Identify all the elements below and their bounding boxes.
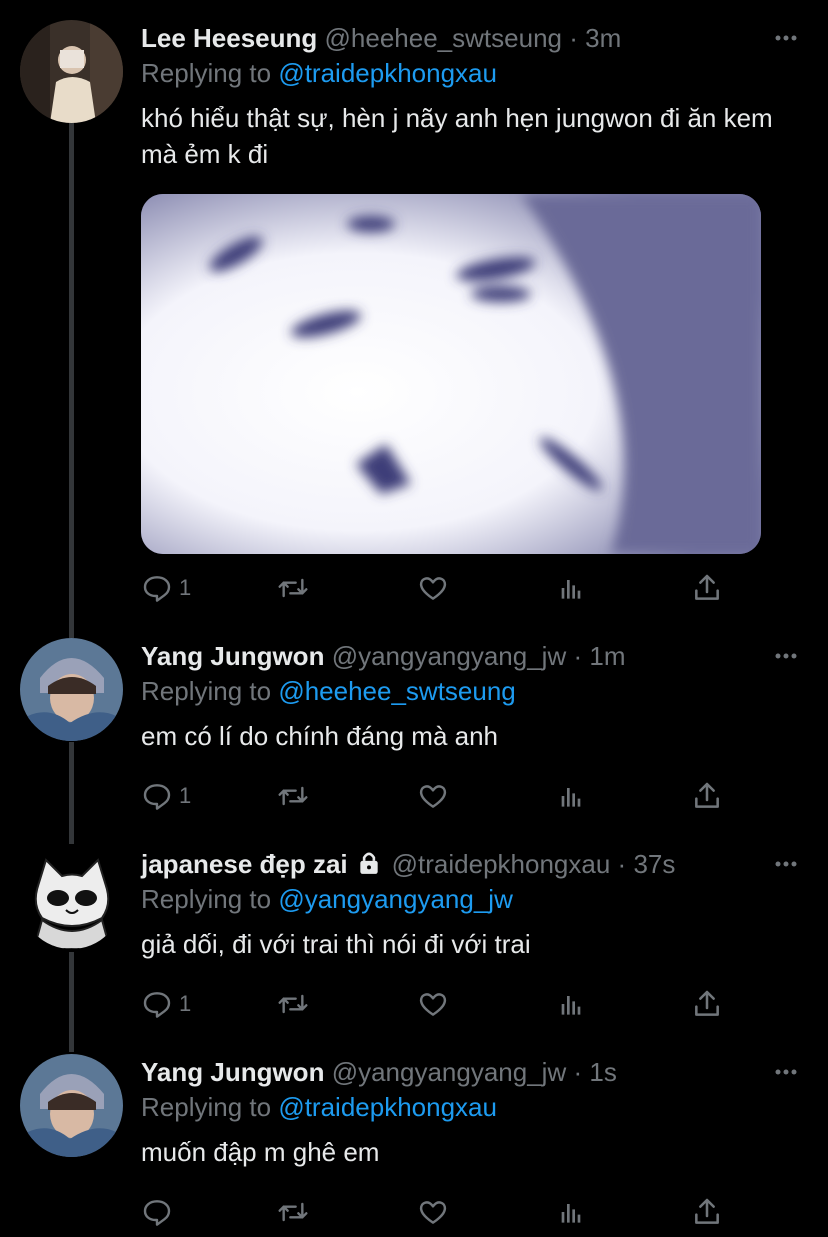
tweet[interactable]: japanese đẹp zai @traidepkhongxau · 37s R… xyxy=(0,826,828,1036)
handle[interactable]: @yangyangyang_jw xyxy=(332,1057,567,1087)
share-button[interactable] xyxy=(691,778,723,814)
tweet[interactable]: Yang Jungwon @yangyangyang_jw · 1m Reply… xyxy=(0,618,828,828)
like-icon xyxy=(419,577,447,600)
retweet-icon xyxy=(278,1202,308,1222)
tweet-text: em có lí do chính đáng mà anh xyxy=(141,721,499,751)
handle[interactable]: @traidepkhongxau xyxy=(392,849,611,879)
tweet-header: Lee Heeseung @heehee_swtseung · 3m xyxy=(141,22,621,54)
replying-label: Replying to xyxy=(141,884,272,914)
tweet-actions xyxy=(141,1194,741,1230)
avatar[interactable] xyxy=(20,846,123,949)
separator: · xyxy=(573,641,583,671)
analytics-icon xyxy=(561,1204,581,1223)
avatar[interactable] xyxy=(20,638,123,741)
replying-label: Replying to xyxy=(141,676,272,706)
analytics-button[interactable] xyxy=(555,1194,587,1230)
share-icon xyxy=(695,574,719,600)
separator: · xyxy=(573,1057,583,1087)
separator: · xyxy=(617,849,627,879)
like-button[interactable] xyxy=(417,1194,449,1230)
reply-button[interactable]: 1 xyxy=(141,570,191,606)
replying-to: Replying to @yangyangyang_jw xyxy=(141,883,513,915)
reply-button[interactable] xyxy=(141,1194,179,1230)
analytics-button[interactable] xyxy=(555,570,587,606)
retweet-button[interactable] xyxy=(277,986,309,1022)
avatar[interactable] xyxy=(20,1054,123,1157)
replying-label: Replying to xyxy=(141,58,272,88)
tweet-actions: 1 xyxy=(141,986,741,1022)
reply-icon xyxy=(143,784,171,810)
more-icon[interactable] xyxy=(774,852,798,876)
analytics-icon xyxy=(561,996,581,1015)
retweet-button[interactable] xyxy=(277,1194,309,1230)
retweet-button[interactable] xyxy=(277,570,309,606)
retweet-icon xyxy=(278,994,308,1014)
reply-icon xyxy=(143,1200,171,1226)
like-icon xyxy=(419,785,447,808)
like-button[interactable] xyxy=(417,778,449,814)
tweet[interactable]: Lee Heeseung @heehee_swtseung · 3m Reply… xyxy=(0,0,828,620)
share-button[interactable] xyxy=(691,570,723,606)
handle[interactable]: @yangyangyang_jw xyxy=(332,641,567,671)
tweet-actions: 1 xyxy=(141,570,741,606)
replying-to: Replying to @heehee_swtseung xyxy=(141,675,516,707)
like-icon xyxy=(419,993,447,1016)
tweet-header: japanese đẹp zai @traidepkhongxau · 37s xyxy=(141,848,675,883)
tweet-text: muốn đập m ghê em xyxy=(141,1137,380,1167)
replying-link[interactable]: @traidepkhongxau xyxy=(278,1092,497,1122)
retweet-icon xyxy=(278,578,308,598)
tweet-text: khó hiểu thật sự, hèn j nãy anh hẹn jung… xyxy=(141,103,773,169)
share-icon xyxy=(695,782,719,808)
more-icon[interactable] xyxy=(774,1060,798,1084)
display-name[interactable]: japanese đẹp zai xyxy=(141,849,348,879)
tweet-header: Yang Jungwon @yangyangyang_jw · 1s xyxy=(141,1056,617,1088)
reply-count: 1 xyxy=(179,575,192,600)
tweet-actions: 1 xyxy=(141,778,741,814)
more-icon[interactable] xyxy=(774,26,798,50)
display-name[interactable]: Yang Jungwon xyxy=(141,641,324,671)
timestamp[interactable]: 1m xyxy=(589,641,625,671)
like-icon xyxy=(419,1201,447,1224)
display-name[interactable]: Lee Heeseung xyxy=(141,23,317,53)
analytics-icon xyxy=(561,788,581,807)
retweet-icon xyxy=(278,786,308,806)
share-icon xyxy=(695,990,719,1016)
share-button[interactable] xyxy=(691,1194,723,1230)
avatar[interactable] xyxy=(20,20,123,123)
reply-count: 1 xyxy=(179,783,192,808)
tweet-text: giả dối, đi với trai thì nói đi với trai xyxy=(141,929,531,959)
like-button[interactable] xyxy=(417,986,449,1022)
replying-to: Replying to @traidepkhongxau xyxy=(141,1091,497,1123)
timestamp[interactable]: 37s xyxy=(633,849,675,879)
share-icon xyxy=(695,1198,719,1224)
replying-to: Replying to @traidepkhongxau xyxy=(141,57,497,89)
timestamp[interactable]: 1s xyxy=(589,1057,616,1087)
like-button[interactable] xyxy=(417,570,449,606)
tweet[interactable]: Yang Jungwon @yangyangyang_jw · 1s Reply… xyxy=(0,1034,828,1237)
retweet-button[interactable] xyxy=(277,778,309,814)
replying-label: Replying to xyxy=(141,1092,272,1122)
analytics-button[interactable] xyxy=(555,778,587,814)
reply-icon xyxy=(143,576,171,602)
analytics-button[interactable] xyxy=(555,986,587,1022)
timestamp[interactable]: 3m xyxy=(585,23,621,53)
reply-count: 1 xyxy=(179,991,192,1016)
reply-icon xyxy=(143,992,171,1018)
lock-icon xyxy=(356,850,382,883)
handle[interactable]: @heehee_swtseung xyxy=(325,23,562,53)
reply-button[interactable]: 1 xyxy=(141,986,191,1022)
tweet-header: Yang Jungwon @yangyangyang_jw · 1m xyxy=(141,640,626,672)
display-name[interactable]: Yang Jungwon xyxy=(141,1057,324,1087)
separator: · xyxy=(569,23,578,53)
replying-link[interactable]: @heehee_swtseung xyxy=(278,676,515,706)
replying-link[interactable]: @traidepkhongxau xyxy=(278,58,497,88)
tweet-media[interactable] xyxy=(141,194,761,554)
more-icon[interactable] xyxy=(774,644,798,668)
reply-button[interactable]: 1 xyxy=(141,778,191,814)
analytics-icon xyxy=(561,580,581,599)
replying-link[interactable]: @yangyangyang_jw xyxy=(278,884,513,914)
share-button[interactable] xyxy=(691,986,723,1022)
